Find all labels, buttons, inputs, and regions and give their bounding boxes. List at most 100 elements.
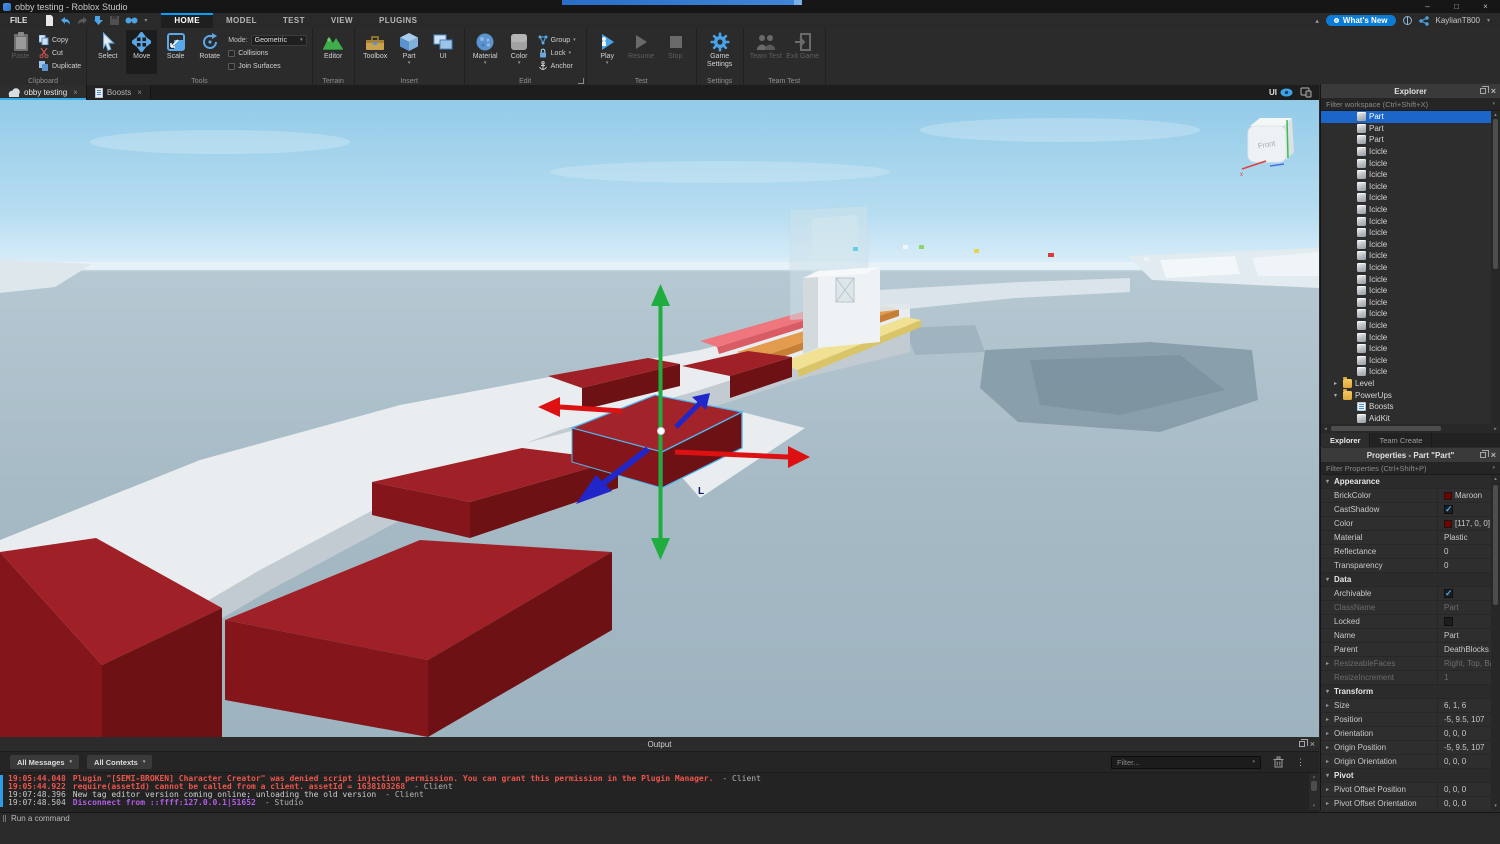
- properties-vertical-scrollbar[interactable]: ▴ ▾: [1491, 475, 1500, 810]
- dialog-launcher-icon[interactable]: [578, 78, 584, 84]
- property-row[interactable]: CastShadow: [1321, 503, 1500, 517]
- explorer-item[interactable]: Icicle: [1321, 181, 1500, 193]
- share-icon[interactable]: [1419, 16, 1429, 26]
- expand-chevron-icon[interactable]: [1321, 772, 1334, 779]
- property-row[interactable]: ClassName Part: [1321, 601, 1500, 615]
- property-row[interactable]: Color [117, 0, 0] (Maroon): [1321, 517, 1500, 531]
- property-row[interactable]: Archivable: [1321, 587, 1500, 601]
- expand-chevron-icon[interactable]: [1321, 576, 1334, 583]
- property-row[interactable]: ResizeIncrement 1: [1321, 671, 1500, 685]
- output-log-line[interactable]: 19:07:48.396New tag editor version comin…: [8, 791, 1305, 799]
- explorer-item[interactable]: Part: [1321, 134, 1500, 146]
- explorer-item[interactable]: Icicle: [1321, 343, 1500, 355]
- play-button[interactable]: Play ▾: [592, 30, 623, 74]
- explorer-item[interactable]: Level: [1321, 378, 1500, 390]
- team-test-button[interactable]: Team Test: [749, 30, 783, 74]
- output-menu-kebab-icon[interactable]: ⋮: [1292, 757, 1309, 768]
- explorer-item[interactable]: Icicle: [1321, 204, 1500, 216]
- undo-icon[interactable]: [60, 16, 71, 26]
- scale-tool-button[interactable]: Scale: [160, 30, 191, 74]
- output-log[interactable]: 19:05:44.048Plugin "[SEMI-BROKEN] Charac…: [0, 773, 1319, 810]
- terrain-editor-button[interactable]: Editor: [318, 30, 349, 74]
- whats-new-button[interactable]: What's New: [1326, 15, 1396, 26]
- panel-tab[interactable]: Explorer: [1321, 433, 1370, 447]
- property-row[interactable]: Appearance: [1321, 475, 1500, 489]
- panel-tab[interactable]: Team Create: [1370, 433, 1432, 447]
- redo-icon[interactable]: [77, 16, 88, 26]
- scroll-left-icon[interactable]: ◂: [1321, 426, 1330, 432]
- property-row[interactable]: ResizeableFaces Right, Top, Back, Left, …: [1321, 657, 1500, 671]
- float-panel-icon[interactable]: [1480, 88, 1486, 94]
- new-file-icon[interactable]: [45, 15, 54, 26]
- quick-access-caret-icon[interactable]: ▾: [144, 17, 147, 24]
- explorer-vertical-scrollbar[interactable]: ▴: [1491, 111, 1500, 424]
- find-icon[interactable]: [125, 16, 138, 25]
- scrollbar-thumb[interactable]: [1331, 426, 1441, 431]
- scroll-down-icon[interactable]: ▾: [1312, 802, 1315, 810]
- explorer-item[interactable]: PowerUps: [1321, 389, 1500, 401]
- select-tool-button[interactable]: Select: [92, 30, 123, 74]
- close-button[interactable]: ×: [1471, 0, 1500, 13]
- insert-part-button[interactable]: Part ▾: [394, 30, 425, 74]
- close-tab-icon[interactable]: ×: [137, 88, 142, 97]
- gizmo-arrow-up[interactable]: [651, 284, 670, 306]
- explorer-item[interactable]: Icicle: [1321, 285, 1500, 297]
- scrollbar-thumb[interactable]: [1493, 119, 1498, 269]
- ribbon-tab[interactable]: PLUGINS: [366, 13, 430, 28]
- exit-game-button[interactable]: Exit Game: [786, 30, 820, 74]
- help-globe-icon[interactable]: [1403, 16, 1412, 25]
- move-tool-button[interactable]: Move: [126, 30, 157, 74]
- properties-header[interactable]: Properties - Part "Part" ×: [1321, 448, 1500, 462]
- save-icon[interactable]: [110, 16, 119, 25]
- clear-output-trash-icon[interactable]: [1273, 756, 1284, 768]
- property-row[interactable]: Name Part: [1321, 629, 1500, 643]
- material-button[interactable]: Material ▾: [470, 30, 501, 74]
- properties-filter-input[interactable]: Filter Properties (Ctrl+Shift+P)▾: [1321, 462, 1500, 475]
- resume-button[interactable]: Resume: [626, 30, 657, 74]
- output-log-line[interactable]: 19:05:44.922require(assetId) cannot be c…: [8, 783, 1305, 791]
- explorer-item[interactable]: Icicle: [1321, 215, 1500, 227]
- output-header[interactable]: Output ×: [0, 737, 1319, 751]
- duplicate-button[interactable]: Duplicate: [39, 60, 81, 72]
- explorer-item[interactable]: Icicle: [1321, 297, 1500, 309]
- explorer-item[interactable]: Boosts: [1321, 401, 1500, 413]
- gizmo-arrow-right[interactable]: [788, 446, 810, 468]
- scroll-right-icon[interactable]: ▸: [1491, 426, 1500, 432]
- property-row[interactable]: BrickColor Maroon: [1321, 489, 1500, 503]
- property-row[interactable]: Origin Position -5, 9.5, 107: [1321, 741, 1500, 755]
- expand-chevron-icon[interactable]: [1321, 758, 1334, 765]
- collisions-checkbox-row[interactable]: Collisions: [228, 47, 306, 59]
- property-row[interactable]: Pivot Offset Orientation 0, 0, 0: [1321, 797, 1500, 810]
- close-panel-icon[interactable]: ×: [1310, 737, 1315, 751]
- property-row[interactable]: Transform: [1321, 685, 1500, 699]
- output-log-line[interactable]: 19:05:44.048Plugin "[SEMI-BROKEN] Charac…: [8, 775, 1305, 783]
- copy-button[interactable]: Copy: [39, 34, 81, 46]
- expand-chevron-icon[interactable]: [1321, 730, 1334, 737]
- explorer-item[interactable]: Icicle: [1321, 227, 1500, 239]
- expand-chevron-icon[interactable]: [1321, 688, 1334, 695]
- property-row[interactable]: Pivot: [1321, 769, 1500, 783]
- explorer-item[interactable]: Icicle: [1321, 192, 1500, 204]
- ui-visibility-toggle[interactable]: UI: [1269, 88, 1293, 97]
- checkbox[interactable]: [1444, 617, 1453, 626]
- gizmo-arrow-down[interactable]: [651, 538, 670, 560]
- property-row[interactable]: Orientation 0, 0, 0: [1321, 727, 1500, 741]
- property-row[interactable]: Position -5, 9.5, 107: [1321, 713, 1500, 727]
- explorer-item[interactable]: Icicle: [1321, 273, 1500, 285]
- explorer-item[interactable]: Icicle: [1321, 239, 1500, 251]
- scroll-up-icon[interactable]: ▴: [1312, 773, 1315, 781]
- command-bar[interactable]: Run a command: [0, 812, 1500, 823]
- username[interactable]: KaylianT800: [1436, 16, 1480, 25]
- messages-filter-dropdown[interactable]: All Messages▾: [10, 755, 79, 769]
- expand-chevron-icon[interactable]: [1321, 478, 1334, 485]
- explorer-item[interactable]: AidKit: [1321, 412, 1500, 424]
- expand-chevron-icon[interactable]: [1321, 800, 1334, 807]
- explorer-filter-input[interactable]: Filter workspace (Ctrl+Shift+X)▾: [1321, 98, 1500, 111]
- ribbon-tab[interactable]: MODEL: [213, 13, 270, 28]
- device-emulation-icon[interactable]: [1300, 87, 1312, 98]
- property-row[interactable]: Parent DeathBlocks: [1321, 643, 1500, 657]
- collisions-checkbox[interactable]: [228, 50, 235, 57]
- file-menu-button[interactable]: FILE: [0, 13, 37, 28]
- explorer-item[interactable]: Icicle: [1321, 354, 1500, 366]
- property-row[interactable]: Pivot Offset Position 0, 0, 0: [1321, 783, 1500, 797]
